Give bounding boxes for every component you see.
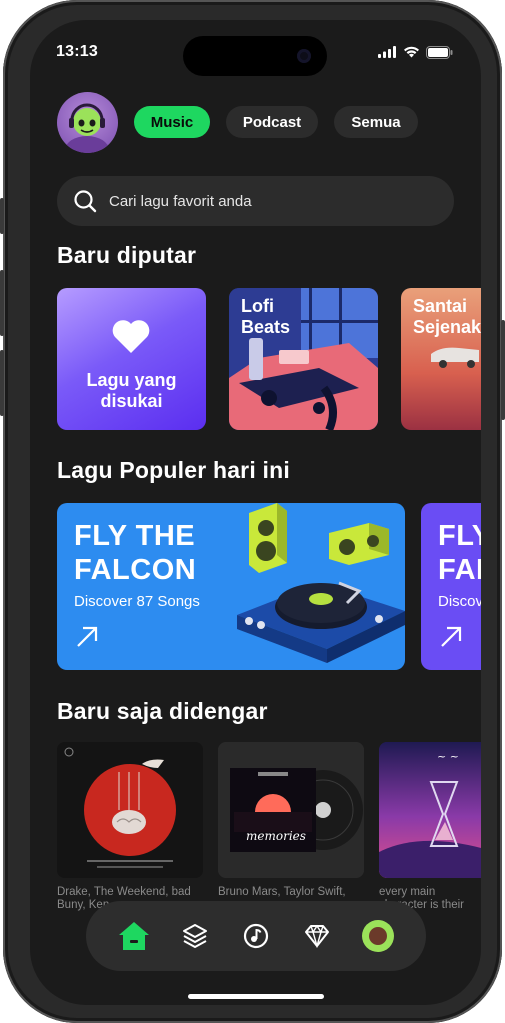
turntable-illustration — [237, 503, 405, 663]
wifi-icon — [404, 46, 419, 58]
playlist-card-liked-songs[interactable]: Lagu yang disukai — [57, 288, 206, 430]
card-title: Lagu yang disukai — [86, 370, 177, 411]
album-art-hourglass: ~ ~ — [379, 742, 481, 878]
dynamic-island — [183, 36, 327, 76]
chip-label: Music — [150, 113, 194, 131]
search-bar[interactable]: Cari lagu favorit anda — [57, 176, 454, 226]
arrow-up-right-icon[interactable] — [439, 625, 463, 649]
filter-chip-podcast[interactable]: Podcast — [226, 106, 318, 138]
featured-banner-fly-the-falcon[interactable]: FLY THE FALCON Discover 87 Songs — [57, 503, 405, 670]
signal-icon — [378, 46, 396, 58]
camera-icon — [297, 49, 311, 63]
profile-avatar — [361, 920, 394, 952]
nav-home[interactable] — [114, 916, 154, 956]
card-title: Santai Sejenak — [413, 296, 481, 337]
banner-subtitle: Discover 87 Songs — [438, 593, 481, 610]
album-text-memories: memories — [246, 829, 306, 843]
arrow-up-right-icon[interactable] — [75, 625, 99, 649]
section-heading-popular-today: Lagu Populer hari ini — [57, 457, 290, 483]
search-icon — [74, 190, 97, 213]
featured-banner-fly-the-falcon-2[interactable]: FLY THE FALCON Discover 87 Songs — [421, 503, 481, 670]
nav-music[interactable] — [236, 916, 276, 956]
chip-label: Semua — [351, 113, 401, 131]
music-note-icon — [243, 923, 269, 949]
banner-title: FLY THE FALCON — [74, 520, 197, 586]
banner-subtitle: Discover 87 Songs — [74, 593, 200, 610]
status-time: 13:13 — [56, 43, 98, 60]
card-title: Lofi Beats — [241, 296, 291, 337]
home-icon — [119, 922, 150, 950]
user-avatar[interactable] — [57, 92, 118, 153]
album-art-brain — [57, 742, 203, 878]
phone-frame: 13:13 Music Podcast Semua Cari lagu favo… — [0, 0, 505, 1023]
status-icons — [378, 45, 453, 59]
banner-title: FLY THE FALCON — [438, 520, 481, 586]
album-caption: Bruno Mars, Taylor Swift, — [218, 886, 346, 898]
nav-profile[interactable] — [358, 916, 398, 956]
svg-text:~ ~: ~ ~ — [437, 750, 459, 763]
bottom-navigation — [86, 901, 426, 971]
layers-icon — [183, 924, 208, 948]
playlist-card-santai-sejenak[interactable]: Santai Sejenak — [401, 288, 481, 430]
diamond-icon — [304, 924, 329, 948]
nav-library[interactable] — [175, 916, 215, 956]
section-heading-recently-heard: Baru saja didengar — [57, 698, 268, 724]
volume-down-button — [0, 350, 4, 416]
album-card-2[interactable]: memories — [218, 742, 364, 878]
chip-label: Podcast — [242, 113, 302, 131]
app-screen: 13:13 Music Podcast Semua Cari lagu favo… — [30, 20, 481, 1005]
album-card-1[interactable] — [57, 742, 203, 878]
volume-up-button — [0, 270, 4, 336]
side-button — [0, 198, 4, 234]
filter-chip-semua[interactable]: Semua — [334, 106, 418, 138]
nav-premium[interactable] — [297, 916, 337, 956]
battery-icon — [426, 45, 453, 59]
album-card-3[interactable]: ~ ~ — [379, 742, 481, 878]
heart-icon — [112, 320, 150, 353]
search-input[interactable]: Cari lagu favorit anda — [109, 193, 252, 210]
playlist-card-lofi-beats[interactable]: Lofi Beats — [229, 288, 378, 430]
power-button — [501, 320, 505, 420]
home-indicator[interactable] — [188, 994, 324, 999]
album-art-memories: memories — [218, 742, 364, 878]
filter-chip-music[interactable]: Music — [134, 106, 210, 138]
section-heading-recently-played: Baru diputar — [57, 242, 197, 268]
